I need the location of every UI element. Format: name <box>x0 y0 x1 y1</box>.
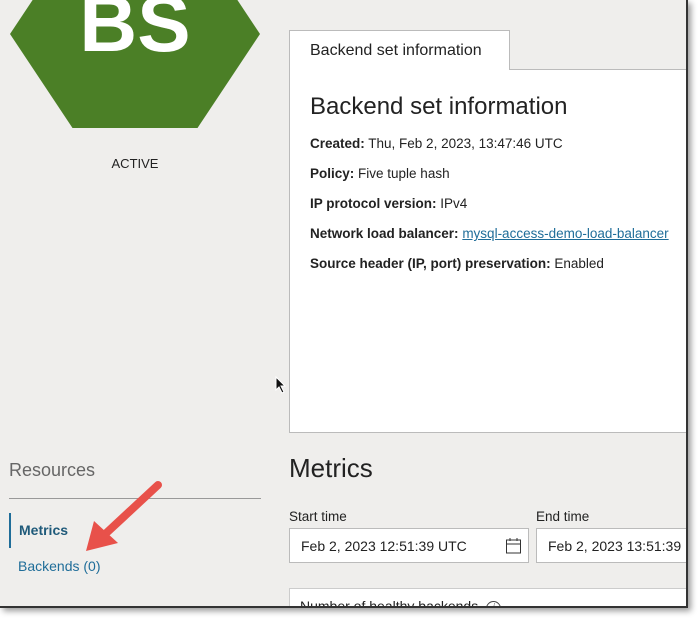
calendar-icon[interactable] <box>505 537 522 554</box>
end-time-label: End time <box>536 509 590 524</box>
load-balancer-link[interactable]: mysql-access-demo-load-balancer <box>462 226 668 241</box>
start-time-input[interactable]: Feb 2, 2023 12:51:39 UTC <box>289 528 529 563</box>
info-value: Five tuple hash <box>358 166 450 181</box>
start-time-value: Feb 2, 2023 12:51:39 UTC <box>301 538 467 554</box>
nav-item-metrics[interactable]: Metrics <box>9 513 68 548</box>
info-value: IPv4 <box>440 196 468 211</box>
end-time-input[interactable]: Feb 2, 2023 13:51:39 UTC <box>536 528 686 563</box>
info-value: Thu, Feb 2, 2023, 13:47:46 UTC <box>368 136 563 151</box>
info-panel: Backend set information Created: Thu, Fe… <box>289 69 686 433</box>
annotation-arrow-icon <box>86 481 162 551</box>
tab-backend-set-information[interactable]: Backend set information <box>289 30 510 70</box>
info-label: Created: <box>310 136 365 151</box>
status-label: ACTIVE <box>111 156 159 171</box>
start-time-label: Start time <box>289 509 347 524</box>
info-row-source-header: Source header (IP, port) preservation: E… <box>310 256 604 271</box>
resource-icon-text: BS <box>79 0 191 68</box>
panel-title: Backend set information <box>310 93 568 120</box>
metrics-heading: Metrics <box>289 453 373 483</box>
info-label: Policy: <box>310 166 355 181</box>
nav-item-backends[interactable]: Backends (0) <box>18 558 100 574</box>
info-row-ip-version: IP protocol version: IPv4 <box>310 196 467 211</box>
console-window: BS ACTIVE Backend set information Backen… <box>0 0 688 608</box>
info-label: IP protocol version: <box>310 196 437 211</box>
healthy-backends-chart-card: Number of healthy backends i <box>289 588 686 608</box>
info-label: Source header (IP, port) preservation: <box>310 256 551 271</box>
info-row-created: Created: Thu, Feb 2, 2023, 13:47:46 UTC <box>310 136 563 151</box>
chart-title: Number of healthy backends <box>300 598 479 608</box>
info-label: Network load balancer: <box>310 226 459 241</box>
info-value: Enabled <box>554 256 604 271</box>
info-icon[interactable]: i <box>486 601 502 606</box>
info-row-load-balancer: Network load balancer: mysql-access-demo… <box>310 226 669 241</box>
info-row-policy: Policy: Five tuple hash <box>310 166 450 181</box>
mouse-cursor-icon <box>275 376 287 394</box>
end-time-value: Feb 2, 2023 13:51:39 UTC <box>548 538 686 554</box>
